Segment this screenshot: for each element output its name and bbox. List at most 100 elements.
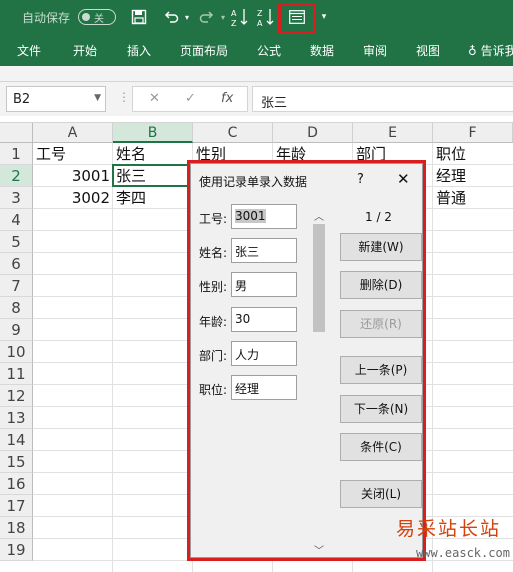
row-header[interactable]: 18 [0, 517, 33, 539]
record-counter: 1 / 2 [365, 210, 392, 224]
sort-descending-icon[interactable]: ZA [256, 6, 276, 28]
undo-dropdown-icon[interactable]: ▾ [182, 6, 192, 28]
cell-b1[interactable]: 姓名 [113, 143, 193, 165]
tab-data[interactable]: 数据 [310, 42, 334, 59]
cell-b3[interactable]: 李四 [113, 187, 193, 209]
quick-access-toolbar: 自动保存 关 ▾ ▾ AZ ZA ▾ [0, 0, 513, 34]
row-header[interactable]: 12 [0, 385, 33, 407]
help-icon[interactable]: ? [357, 172, 364, 187]
cell-a1[interactable]: 工号 [33, 143, 113, 165]
new-button[interactable]: 新建(W) [340, 233, 422, 261]
lightbulb-icon: ♁ [468, 44, 477, 58]
row-header[interactable]: 14 [0, 429, 33, 451]
row-header[interactable]: 4 [0, 209, 33, 231]
restore-button[interactable]: 还原(R) [340, 310, 422, 338]
field-label-gender: 性别: [199, 280, 228, 294]
row-header[interactable]: 10 [0, 341, 33, 363]
close-button[interactable]: 关闭(L) [340, 480, 422, 508]
field-name-input[interactable]: 张三 [231, 238, 297, 263]
prev-record-button[interactable]: 上一条(P) [340, 356, 422, 384]
tab-home[interactable]: 开始 [73, 42, 97, 59]
chevron-down-icon[interactable]: ▼ [94, 93, 101, 103]
tab-review[interactable]: 审阅 [363, 42, 387, 59]
redo-icon[interactable] [196, 6, 218, 28]
sort-ascending-icon[interactable]: AZ [230, 6, 250, 28]
column-header-e[interactable]: E [353, 123, 433, 143]
undo-icon[interactable] [160, 6, 182, 28]
record-scrollbar[interactable]: ︿ ﹀ [312, 208, 326, 557]
tab-file[interactable]: 文件 [17, 42, 41, 59]
tab-view[interactable]: 视图 [416, 42, 440, 59]
redo-dropdown-icon[interactable]: ▾ [218, 6, 228, 28]
field-id-input[interactable]: 3001 [231, 204, 297, 229]
row-header[interactable]: 13 [0, 407, 33, 429]
save-icon[interactable] [128, 6, 150, 28]
tab-page-layout[interactable]: 页面布局 [180, 42, 228, 59]
column-header-c[interactable]: C [193, 123, 273, 143]
column-header-d[interactable]: D [273, 123, 353, 143]
ribbon-tabs: 文件 开始 插入 页面布局 公式 数据 审阅 视图 ♁ 告诉我 [0, 34, 513, 66]
formula-buttons: ✕ ✓ fx [132, 86, 248, 112]
formula-bar: B2 ▼ ⋮ ✕ ✓ fx 张三 [0, 82, 513, 116]
autosave-toggle[interactable]: 关 [78, 9, 116, 25]
delete-button[interactable]: 删除(D) [340, 271, 422, 299]
row-header[interactable]: 9 [0, 319, 33, 341]
ribbon-collapsed-area [0, 66, 513, 82]
field-age-input[interactable]: 30 [231, 307, 297, 332]
insert-function-icon[interactable]: fx [221, 91, 233, 106]
cell-f2[interactable]: 经理 [433, 165, 513, 187]
row-header[interactable]: 17 [0, 495, 33, 517]
formula-bar-grip-icon: ⋮ [118, 90, 130, 104]
active-cell-border [112, 164, 194, 187]
row-header[interactable]: 2 [0, 165, 33, 187]
row-header[interactable]: 11 [0, 363, 33, 385]
dialog-title: 使用记录单录入数据 [199, 175, 308, 189]
row-header[interactable]: 19 [0, 539, 33, 561]
row-header[interactable]: 5 [0, 231, 33, 253]
column-header-a[interactable]: A [33, 123, 113, 143]
tab-insert[interactable]: 插入 [127, 42, 151, 59]
row-header[interactable]: 16 [0, 473, 33, 495]
data-form-dialog: 使用记录单录入数据 ? ✕ 工号: 3001 姓名: 张三 性别: 男 年龄: … [187, 160, 426, 561]
dialog-body: 使用记录单录入数据 ? ✕ 工号: 3001 姓名: 张三 性别: 男 年龄: … [190, 163, 423, 558]
enter-icon[interactable]: ✓ [185, 91, 196, 106]
cell-f1[interactable]: 职位 [433, 143, 513, 165]
cancel-icon[interactable]: ✕ [149, 91, 160, 106]
row-header[interactable]: 6 [0, 253, 33, 275]
row-header[interactable]: 7 [0, 275, 33, 297]
row-header[interactable]: 15 [0, 451, 33, 473]
svg-text:A: A [257, 19, 263, 27]
next-record-button[interactable]: 下一条(N) [340, 395, 422, 423]
svg-text:A: A [231, 9, 237, 18]
scrollbar-thumb[interactable] [313, 224, 325, 332]
watermark-logo-text: 易采站长站 [396, 518, 502, 540]
select-all-corner[interactable] [0, 123, 33, 143]
cell-a2[interactable]: 3001 [33, 165, 113, 187]
column-header-b[interactable]: B [113, 123, 193, 143]
row-header[interactable]: 3 [0, 187, 33, 209]
customize-icon[interactable]: ▾ [318, 6, 330, 28]
field-dept-input[interactable]: 人力 [231, 341, 297, 366]
watermark-url: www.easck.com [416, 546, 510, 560]
svg-text:Z: Z [231, 19, 237, 27]
cell-f3[interactable]: 普通 [433, 187, 513, 209]
svg-text:Z: Z [257, 9, 263, 18]
field-position-input[interactable]: 经理 [231, 375, 297, 400]
cell-a3[interactable]: 3002 [33, 187, 113, 209]
autosave-state: 关 [94, 14, 104, 25]
column-header-f[interactable]: F [433, 123, 513, 143]
site-watermark: 易采站长站 www.easck.com [394, 514, 513, 572]
field-label-name: 姓名: [199, 246, 228, 260]
name-box[interactable]: B2 ▼ [6, 86, 106, 112]
tab-formulas[interactable]: 公式 [257, 42, 281, 59]
row-header[interactable]: 8 [0, 297, 33, 319]
field-label-position: 职位: [199, 383, 228, 397]
criteria-button[interactable]: 条件(C) [340, 433, 422, 461]
tell-me-search[interactable]: ♁ 告诉我 [468, 42, 513, 59]
row-header[interactable]: 1 [0, 143, 33, 165]
formula-input[interactable]: 张三 [252, 86, 513, 112]
chevron-up-icon[interactable]: ︿ [314, 208, 324, 223]
chevron-down-icon[interactable]: ﹀ [314, 542, 324, 557]
close-icon[interactable]: ✕ [397, 170, 410, 188]
field-gender-input[interactable]: 男 [231, 272, 297, 297]
